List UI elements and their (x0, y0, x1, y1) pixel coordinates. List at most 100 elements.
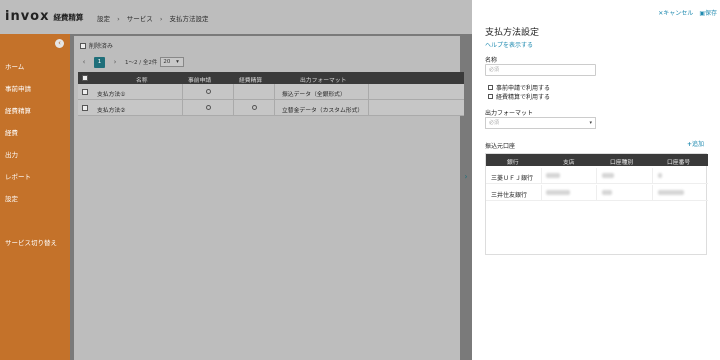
sidebar-collapse-icon[interactable]: ‹ (55, 39, 64, 48)
sidebar-item-pre-application[interactable]: 事前申請 (5, 83, 31, 93)
breadcrumb-item-current: 支払方法設定 (169, 15, 209, 23)
prev-page-icon[interactable]: ‹ (80, 58, 88, 66)
edit-panel: ✕キャンセル ▣保存 支払方法設定 ヘルプを表示する 名称 必須 事前申請で利用… (472, 0, 720, 360)
add-account-button[interactable]: +追加 (687, 139, 704, 148)
column-divider (541, 168, 542, 184)
use-in-expense-checkbox[interactable] (488, 94, 493, 99)
format-select[interactable]: 必須 ▾ (485, 117, 596, 129)
page-range: 1〜2 / 全2件 (125, 60, 158, 66)
account-branch-redacted (546, 173, 560, 180)
name-label: 名称 (485, 57, 498, 64)
breadcrumb-item-settings[interactable]: 設定 (97, 15, 110, 23)
column-header-bank: 銀行 (507, 160, 519, 166)
chevron-down-icon: ▾ (176, 59, 179, 65)
save-label: 保存 (704, 10, 717, 17)
add-label: 追加 (691, 141, 704, 148)
cancel-label: キャンセル (663, 10, 694, 17)
brand-name: invox (5, 9, 50, 24)
sidebar: ‹ ホーム 事前申請 経費精算 経費 出力 レポート 設定 サービス切り替え (0, 34, 70, 360)
name-input[interactable]: 必須 (485, 64, 596, 76)
column-divider (274, 100, 275, 116)
sidebar-item-expenses[interactable]: 経費 (5, 127, 18, 137)
select-all-checkbox[interactable] (82, 75, 88, 81)
breadcrumb: 設定 › サービス › 支払方法設定 (97, 13, 209, 23)
product-name: 経費精算 (53, 13, 84, 22)
row-checkbox[interactable] (82, 105, 88, 111)
sidebar-item-report[interactable]: レポート (5, 171, 31, 181)
column-divider (652, 185, 653, 201)
row-name: 支払方法① (97, 92, 126, 98)
per-page-value: 20 (163, 59, 171, 65)
column-header-expense[interactable]: 経費精算 (239, 75, 262, 84)
account-number-redacted (658, 173, 662, 180)
column-header-name[interactable]: 名称 (136, 75, 148, 84)
column-header-branch: 支店 (563, 160, 575, 166)
help-link[interactable]: ヘルプを表示する (485, 40, 533, 49)
row-name: 支払方法② (97, 108, 126, 114)
pagination: ‹ 1 › 1〜2 / 全2件 20 ▾ (80, 56, 185, 68)
column-header-pre-application[interactable]: 事前申請 (188, 75, 211, 84)
deleted-filter[interactable]: 削除済み (80, 41, 113, 50)
name-placeholder: 必須 (489, 67, 500, 73)
column-header-account-number: 口座番号 (667, 160, 691, 166)
column-divider (596, 168, 597, 184)
account-bank: 三菱ＵＦＪ銀行 (491, 175, 534, 182)
next-page-icon[interactable]: › (111, 58, 119, 66)
account-type-redacted (602, 173, 614, 180)
account-bank: 三井住友銀行 (491, 192, 528, 199)
column-divider (652, 168, 653, 184)
table-header: 名称 事前申請 経費精算 出力フォーマット (78, 72, 464, 84)
use-in-pre-application-label: 事前申請で利用する (496, 85, 551, 92)
breadcrumb-item-service[interactable]: サービス (127, 15, 153, 23)
page-button-current[interactable]: 1 (94, 56, 105, 68)
use-in-pre-application[interactable]: 事前申請で利用する (488, 83, 550, 92)
cancel-button[interactable]: ✕キャンセル (658, 8, 693, 17)
column-divider (368, 84, 369, 100)
format-label: 出力フォーマット (485, 110, 534, 117)
breadcrumb-separator-icon: › (159, 15, 163, 23)
table-row[interactable]: 支払方法② 立替金データ（カスタム形式） (78, 100, 464, 116)
use-in-expense-label: 経費精算で利用する (496, 94, 551, 101)
source-accounts-table: 銀行 支店 口座種別 口座番号 三菱ＵＦＪ銀行 三井住友銀行 (485, 153, 708, 255)
account-branch-redacted (546, 190, 570, 197)
column-divider (541, 185, 542, 201)
sidebar-item-output[interactable]: 出力 (5, 149, 18, 159)
pre-application-enabled-icon (206, 105, 211, 110)
app-logo[interactable]: invox 経費精算 (5, 9, 83, 24)
row-format: 振込データ（全銀形式） (282, 92, 346, 98)
sidebar-item-home[interactable]: ホーム (5, 61, 24, 71)
chevron-down-icon: ▾ (589, 120, 592, 126)
use-in-pre-application-checkbox[interactable] (488, 85, 493, 90)
column-divider (182, 84, 183, 100)
sidebar-item-settings[interactable]: 設定 (5, 193, 18, 203)
table-row[interactable]: 支払方法① 振込データ（全銀形式） (78, 84, 464, 100)
row-format: 立替金データ（カスタム形式） (282, 108, 364, 114)
accounts-table-header: 銀行 支店 口座種別 口座番号 (486, 154, 708, 166)
format-placeholder: 必須 (489, 120, 500, 126)
chevron-right-icon[interactable]: › (460, 172, 472, 181)
sidebar-item-expense[interactable]: 経費精算 (5, 105, 31, 115)
source-accounts-label: 振込元口座 (485, 143, 516, 150)
breadcrumb-separator-icon: › (117, 15, 120, 23)
expense-enabled-icon (252, 105, 257, 110)
panel-title: 支払方法設定 (485, 28, 540, 38)
per-page-select[interactable]: 20 ▾ (160, 57, 185, 67)
column-divider (233, 100, 234, 116)
account-number-redacted (658, 190, 684, 197)
column-divider (274, 84, 275, 100)
save-button[interactable]: ▣保存 (699, 8, 717, 17)
sidebar-item-switch-service[interactable]: サービス切り替え (5, 237, 57, 247)
deleted-filter-checkbox[interactable] (80, 42, 86, 49)
row-checkbox[interactable] (82, 89, 88, 95)
column-divider (596, 185, 597, 201)
account-row[interactable]: 三井住友銀行 (486, 185, 708, 201)
column-divider (182, 100, 183, 116)
column-divider (368, 100, 369, 116)
column-header-format[interactable]: 出力フォーマット (300, 75, 346, 84)
use-in-expense[interactable]: 経費精算で利用する (488, 92, 550, 101)
panel-actions: ✕キャンセル ▣保存 (658, 8, 717, 17)
account-row[interactable]: 三菱ＵＦＪ銀行 (486, 168, 708, 184)
payment-method-list: 削除済み ‹ 1 › 1〜2 / 全2件 20 ▾ 名称 事前申請 経費精算 出… (74, 36, 464, 360)
deleted-filter-label: 削除済み (89, 43, 114, 50)
pre-application-enabled-icon (206, 89, 211, 94)
